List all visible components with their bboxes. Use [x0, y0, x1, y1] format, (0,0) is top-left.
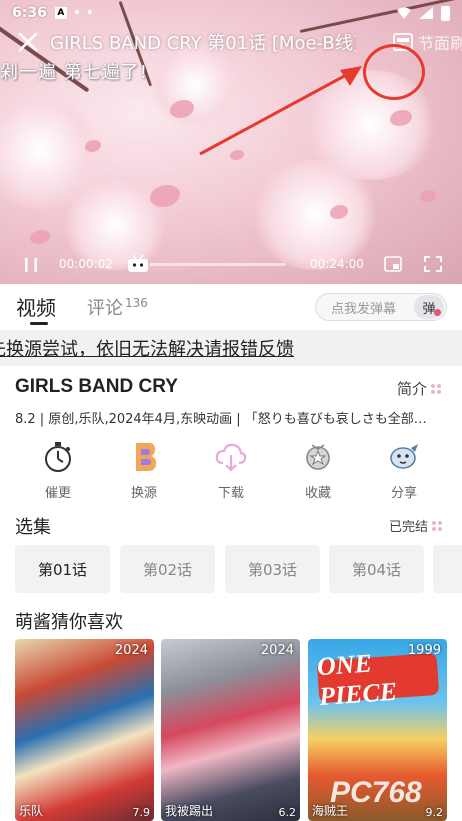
card-year: 1999 [407, 643, 441, 658]
share-button[interactable]: 分享 [374, 440, 434, 501]
player-bottom-bar: 00:00:02 00:24:00 [0, 250, 462, 280]
tab-comment-label: 评论 [87, 298, 123, 319]
source-b-icon [136, 443, 157, 471]
petal-decoration [420, 190, 436, 202]
wifi-icon [397, 7, 411, 19]
action-label: 分享 [390, 486, 417, 501]
action-label: 换源 [130, 486, 157, 501]
favorite-button[interactable]: 收藏 [288, 440, 348, 501]
card-score: 7.9 [132, 806, 151, 819]
signal-icon [419, 7, 433, 19]
anime-meta: 8.2 | 原创,乐队,2024年4月,东映动画 | 「怒りも喜びも哀しさも全部… [15, 412, 427, 427]
current-time: 00:00:02 [59, 257, 113, 271]
card-score: 6.2 [278, 806, 297, 819]
action-bar: 催更 换源 下载 收藏 分享 [0, 440, 462, 502]
episode-item[interactable]: 第 [433, 545, 462, 593]
notice-banner[interactable]: 先换源尝试，依旧无法解决请报错反馈 [0, 330, 462, 366]
anime-title: GIRLS BAND CRY [15, 376, 178, 397]
video-player[interactable]: 6:36 A • • GIRLS BAND CRY 第01话 [Moe-B线] … [0, 0, 462, 284]
grid-dots-icon [431, 383, 442, 394]
danmaku-toggle-button[interactable]: 弹 [414, 295, 444, 319]
mini-window-button[interactable] [384, 256, 402, 272]
petal-decoration [150, 185, 180, 207]
star-badge-icon [306, 444, 330, 470]
comment-count: 136 [125, 296, 148, 310]
episodes-status[interactable]: 已完结 [389, 516, 443, 535]
notification-dots-icon: • • [72, 5, 94, 21]
card-year: 2024 [260, 643, 294, 658]
danmaku-placeholder: 点我发弹幕 [331, 301, 397, 317]
episode-item[interactable]: 第03话 [225, 545, 320, 593]
tab-comment[interactable]: 评论 136 [87, 294, 148, 320]
petal-decoration [230, 150, 244, 160]
play-pause-button[interactable] [22, 256, 40, 274]
app-badge-icon: A [54, 7, 67, 19]
danmaku-input[interactable]: 点我发弹幕 弹 [315, 293, 447, 321]
highlight-circle-annotation [363, 44, 425, 100]
episodes-status-label: 已完结 [389, 520, 429, 535]
action-label: 催更 [44, 486, 71, 501]
notice-text: 先换源尝试，依旧无法解决请报错反馈 [0, 339, 294, 360]
urge-update-button[interactable]: 催更 [28, 440, 88, 501]
episode-item[interactable]: 第04话 [329, 545, 424, 593]
cloud-download-icon [215, 443, 247, 472]
intro-button[interactable]: 简介 [397, 378, 442, 399]
stopwatch-icon [45, 442, 71, 472]
download-button[interactable]: 下载 [201, 440, 261, 501]
episode-list: 第01话 第02话 第03话 第04话 第 [15, 545, 462, 593]
overflow-text: 节面刷 [418, 34, 462, 53]
battery-icon [441, 5, 450, 21]
tabs-row: 视频 评论 136 点我发弹幕 弹 [0, 284, 462, 330]
recommend-card[interactable]: 2024 乐队 7.9 [15, 639, 154, 821]
close-icon [18, 32, 38, 52]
card-name: 乐队 [19, 804, 44, 818]
progress-bar[interactable] [150, 263, 286, 266]
video-title: GIRLS BAND CRY 第01话 [Moe-B线] [50, 33, 356, 54]
tab-active-indicator [30, 322, 48, 325]
status-time: 6:36 [12, 5, 47, 21]
action-label: 下载 [217, 486, 244, 501]
card-year: 2024 [114, 643, 148, 658]
watermark: PC768 [330, 776, 422, 809]
episodes-title: 选集 [15, 517, 51, 538]
card-name: 我被踢出 [165, 804, 214, 818]
episode-item[interactable]: 第02话 [120, 545, 215, 593]
card-logo: ONE PIECE [316, 648, 440, 711]
action-label: 收藏 [304, 486, 331, 501]
switch-source-button[interactable]: 换源 [114, 440, 174, 501]
status-bar: 6:36 A • • [0, 0, 462, 26]
total-time: 00:24:00 [310, 257, 364, 271]
recommend-title: 萌酱猜你喜欢 [15, 612, 123, 633]
intro-label: 简介 [397, 380, 428, 398]
recommend-card[interactable]: 2024 我被踢出 6.2 [161, 639, 300, 821]
fullscreen-button[interactable] [424, 256, 442, 272]
player-top-bar: GIRLS BAND CRY 第01话 [Moe-B线] 节面刷 [0, 26, 462, 100]
video-subtitle: 剁一遍 第七遍了! [0, 62, 148, 83]
close-button[interactable] [14, 28, 42, 56]
tab-video[interactable]: 视频 [16, 292, 56, 321]
share-bird-icon [390, 444, 418, 469]
tv-mascot-icon[interactable] [127, 255, 149, 273]
petal-decoration [30, 230, 50, 244]
card-score: 9.2 [425, 806, 444, 819]
episode-item[interactable]: 第01话 [15, 545, 110, 593]
grid-dots-icon [432, 520, 443, 531]
